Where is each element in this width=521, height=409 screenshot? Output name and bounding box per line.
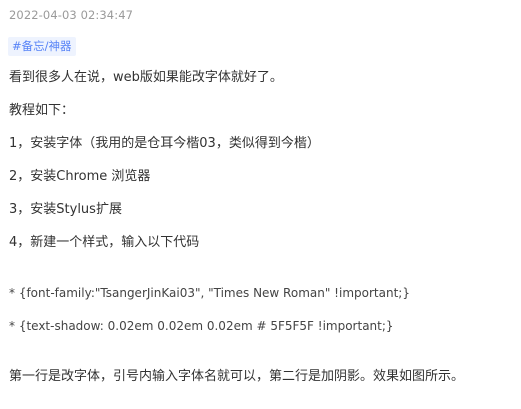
memo-line: 教程如下： <box>9 103 75 118</box>
memo-line: 看到很多人在说，web版如果能改字体就好了。 <box>9 70 283 85</box>
memo-card: 2022-04-03 02:34:47 #备忘/神器 看到很多人在说，web版如… <box>0 0 521 409</box>
memo-code-line: * {text-shadow: 0.02em 0.02em 0.02em # 5… <box>9 319 394 333</box>
memo-tag[interactable]: #备忘/神器 <box>8 37 76 56</box>
memo-line: 2，安装Chrome 浏览器 <box>9 169 151 184</box>
memo-timestamp[interactable]: 2022-04-03 02:34:47 <box>9 8 133 22</box>
memo-line: 4，新建一个样式，输入以下代码 <box>9 235 200 250</box>
memo-code-line: * {font-family:"TsangerJinKai03", "Times… <box>9 286 410 300</box>
memo-line: 1，安装字体（我用的是仓耳今楷03，类似得到今楷） <box>9 136 320 151</box>
memo-line: 第一行是改字体，引号内输入字体名就可以，第二行是加阴影。效果如图所示。 <box>9 369 465 384</box>
memo-line: 3，安装Stylus扩展 <box>9 202 122 217</box>
